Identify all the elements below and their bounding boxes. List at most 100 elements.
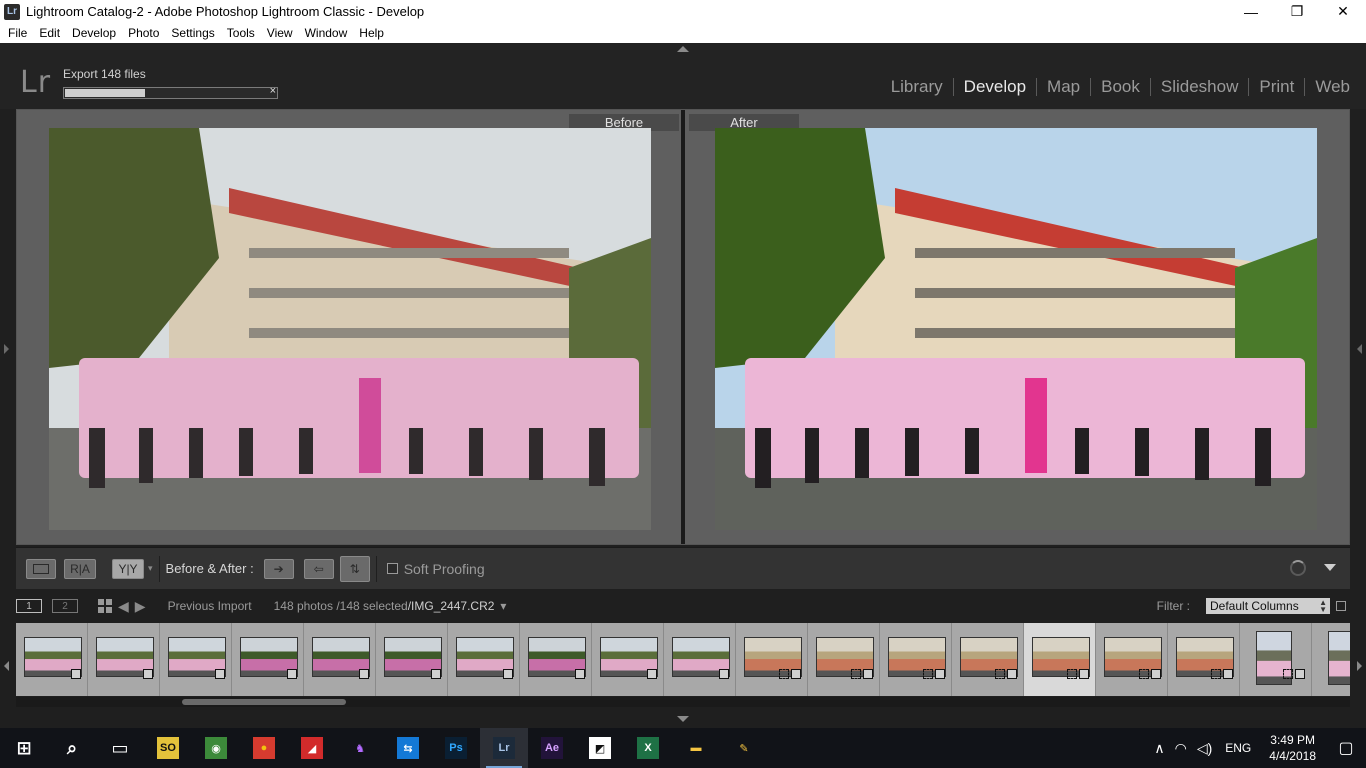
sticky-notes-icon-glyph: ◩ (589, 737, 611, 759)
grid-view-icon[interactable] (98, 599, 112, 613)
bottom-panel-toggle-icon[interactable] (677, 716, 689, 722)
filmstrip-thumbnail[interactable] (16, 623, 88, 696)
photoshop-icon[interactable]: Ps (432, 728, 480, 768)
filmstrip-thumbnail[interactable] (520, 623, 592, 696)
copy-before-to-after-button[interactable]: ➔ (263, 558, 294, 579)
filmstrip-thumbnail[interactable] (1168, 623, 1240, 696)
task-view-icon[interactable]: ▭ (96, 728, 144, 768)
network-icon[interactable]: ◠ (1170, 740, 1192, 757)
close-button[interactable]: ✕ (1320, 0, 1366, 23)
left-panel-toggle-icon[interactable] (4, 344, 9, 354)
after-photo[interactable] (715, 128, 1317, 530)
filmstrip-scroll-left-icon[interactable] (4, 661, 9, 671)
title-bar: Lr Lightroom Catalog-2 - Adobe Photoshop… (0, 0, 1366, 23)
filmstrip-thumbnail[interactable] (448, 623, 520, 696)
filmstrip-thumbnail[interactable] (232, 623, 304, 696)
module-book[interactable]: Book (1091, 77, 1150, 97)
lightroom-window: Lr Lightroom Catalog-2 - Adobe Photoshop… (0, 0, 1366, 768)
filmstrip-thumbnail[interactable] (664, 623, 736, 696)
file-explorer-icon[interactable]: ▬ (672, 728, 720, 768)
menu-develop[interactable]: Develop (66, 26, 122, 40)
loupe-view-button[interactable] (26, 558, 56, 579)
module-develop[interactable]: Develop (954, 77, 1036, 97)
after-effects-icon[interactable]: Ae (528, 728, 576, 768)
tray-chevron-icon[interactable]: ∧ (1149, 740, 1169, 757)
filmstrip-thumbnail[interactable] (1312, 623, 1350, 696)
search-icon[interactable]: ⌕ (48, 728, 96, 768)
sticky-notes-icon[interactable]: ◩ (576, 728, 624, 768)
module-print[interactable]: Print (1249, 77, 1304, 97)
menu-view[interactable]: View (261, 26, 299, 40)
module-slideshow[interactable]: Slideshow (1151, 77, 1249, 97)
filmstrip-thumbnail[interactable] (1096, 623, 1168, 696)
cancel-export-icon[interactable]: × (270, 85, 276, 97)
menu-photo[interactable]: Photo (122, 26, 165, 40)
menu-edit[interactable]: Edit (33, 26, 66, 40)
filmstrip-thumbnail[interactable] (808, 623, 880, 696)
edited-badge-icon (575, 669, 585, 679)
menu-tools[interactable]: Tools (221, 26, 261, 40)
forward-arrow-icon[interactable]: ▶ (135, 598, 146, 615)
edited-badge-icon (1223, 669, 1233, 679)
toolbar-menu-dropdown-icon[interactable] (1324, 564, 1336, 571)
edited-badge-icon (791, 669, 801, 679)
clock[interactable]: 3:49 PM 4/4/2018 (1259, 732, 1326, 764)
develop-toolbar: R|A Y|Y ▾ Before & After : ➔ ⇦ ⇅ Soft Pr… (16, 547, 1350, 589)
app-so-icon-glyph: SO (157, 737, 179, 759)
paint-icon[interactable]: ✎ (720, 728, 768, 768)
maximize-button[interactable]: ❐ (1274, 0, 1320, 23)
start-icon[interactable]: ⊞ (0, 728, 48, 768)
menu-help[interactable]: Help (353, 26, 390, 40)
filmstrip-thumbnail[interactable] (160, 623, 232, 696)
filmstrip-thumbnail[interactable] (1024, 623, 1096, 696)
action-center-icon[interactable]: ▢ (1326, 728, 1366, 768)
filmstrip-thumbnail[interactable] (376, 623, 448, 696)
app-green-icon[interactable]: ◉ (192, 728, 240, 768)
module-library[interactable]: Library (881, 77, 953, 97)
filmstrip-thumbnail[interactable] (1240, 623, 1312, 696)
filmstrip-thumbnail[interactable] (952, 623, 1024, 696)
soft-proofing-checkbox[interactable] (386, 563, 398, 574)
swap-before-after-button[interactable]: ⇅ (339, 555, 370, 582)
filename-dropdown-icon[interactable]: ▾ (500, 599, 506, 613)
minimize-button[interactable]: — (1228, 0, 1274, 23)
filmstrip-thumbnail[interactable] (304, 623, 376, 696)
app-so-icon[interactable]: SO (144, 728, 192, 768)
filmstrip-thumbnail[interactable] (880, 623, 952, 696)
before-after-lr-button[interactable]: R|A (64, 558, 96, 579)
menu-file[interactable]: File (0, 26, 33, 40)
top-panel-toggle-icon[interactable] (677, 46, 689, 52)
menu-window[interactable]: Window (299, 26, 354, 40)
filmstrip-thumbnail[interactable] (88, 623, 160, 696)
back-arrow-icon[interactable]: ◀ (118, 598, 129, 615)
view-mode-dropdown-icon[interactable]: ▾ (148, 563, 153, 574)
filmstrip-thumbnail[interactable] (592, 623, 664, 696)
chrome-icon[interactable]: ● (240, 728, 288, 768)
window-controls: — ❐ ✕ (1228, 0, 1366, 23)
filmstrip-scrollbar[interactable] (16, 697, 1350, 707)
before-after-split-button[interactable]: Y|Y (112, 558, 144, 579)
edited-badge-icon (431, 669, 441, 679)
secondary-window-button[interactable]: 2 (52, 599, 78, 613)
teamviewer-icon[interactable]: ⇆ (384, 728, 432, 768)
filmstrip-scroll-thumb[interactable] (182, 699, 346, 705)
filter-select[interactable]: Default Columns ▲ ▼ (1206, 598, 1330, 614)
copy-after-to-before-button[interactable]: ⇦ (303, 558, 334, 579)
loupe-view-icon (33, 563, 49, 574)
filmstrip-scroll-right-icon[interactable] (1357, 661, 1362, 671)
filmstrip-thumbnail[interactable] (736, 623, 808, 696)
right-panel-toggle-icon[interactable] (1357, 344, 1362, 354)
language-indicator[interactable]: ENG (1217, 741, 1259, 755)
before-photo[interactable] (49, 128, 651, 530)
filter-lock-icon[interactable] (1336, 601, 1346, 611)
excel-icon[interactable]: X (624, 728, 672, 768)
main-window-button[interactable]: 1 (16, 599, 42, 613)
volume-icon[interactable]: ◁) (1192, 740, 1217, 757)
module-map[interactable]: Map (1037, 77, 1090, 97)
app-purple-icon[interactable]: ♞ (336, 728, 384, 768)
app-red-icon[interactable]: ◢ (288, 728, 336, 768)
menu-settings[interactable]: Settings (165, 26, 220, 40)
lightroom-icon[interactable]: Lr (480, 728, 528, 768)
module-web[interactable]: Web (1305, 77, 1360, 97)
source-label[interactable]: Previous Import (168, 599, 252, 613)
